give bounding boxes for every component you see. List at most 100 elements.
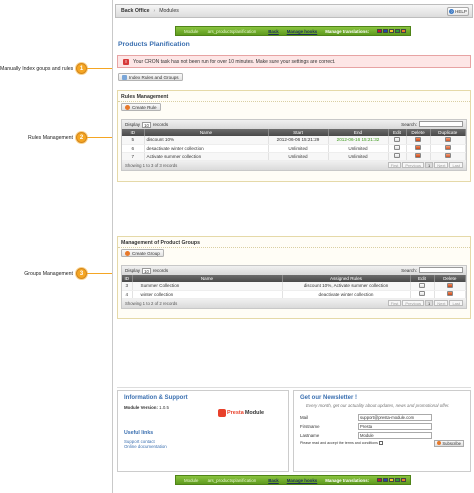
edit-icon[interactable] <box>419 282 425 288</box>
col-id[interactable]: ID <box>122 275 133 282</box>
delete-icon[interactable] <box>415 136 421 142</box>
cell-id: 4 <box>122 290 133 299</box>
flag-icon[interactable] <box>395 478 401 482</box>
create-group-button[interactable]: Create Group <box>121 249 164 257</box>
pager-next[interactable]: Next <box>434 161 449 168</box>
terms-label: Please read and accept the terms and con… <box>300 441 378 445</box>
delete-icon[interactable] <box>446 291 453 296</box>
manage-hooks-link[interactable]: Manage hooks <box>283 29 322 34</box>
flag-icon[interactable] <box>377 478 383 482</box>
terms-checkbox[interactable] <box>378 441 383 445</box>
online-documentation-link[interactable]: Online documentation <box>124 444 282 449</box>
callout-index: Manually Index goups and rules 1 <box>0 63 113 74</box>
search-label: Search: <box>401 121 417 127</box>
pager-first[interactable]: First <box>387 299 402 306</box>
flag-icon[interactable] <box>383 29 389 33</box>
flag-icon[interactable] <box>377 29 383 33</box>
index-button-label: Index Rules and Groups <box>129 74 179 80</box>
edit-icon[interactable] <box>394 145 400 150</box>
cell-name: Summer Collection <box>132 282 283 291</box>
delete-icon[interactable] <box>446 282 453 288</box>
duplicate-icon[interactable] <box>444 153 451 158</box>
delete-icon[interactable] <box>415 153 421 158</box>
module-toolbar-top: Module ars_productsplanification Back Ma… <box>175 26 411 36</box>
manage-translations-label: Manage translations: <box>325 28 370 34</box>
pager-page[interactable]: 1 <box>424 161 434 168</box>
records-per-page-select[interactable]: 10 <box>142 267 151 274</box>
index-rules-groups-button[interactable]: Index Rules and Groups <box>118 73 183 81</box>
pager-last[interactable]: Last <box>449 299 463 306</box>
lastname-row: Lastname Module <box>300 431 464 440</box>
cell-id: 5 <box>122 136 145 145</box>
rules-datatable: Display 10 records Search: ID Name Start… <box>121 119 467 171</box>
groups-table-toolbar: Display 10 records Search: <box>122 266 466 275</box>
edit-icon[interactable] <box>419 291 425 296</box>
col-duplicate: Duplicate <box>430 129 466 136</box>
col-assigned-rules[interactable]: Assigned Rules <box>282 275 411 282</box>
flag-icon[interactable] <box>389 478 395 482</box>
breadcrumb-back-office[interactable]: Back Office <box>121 8 150 14</box>
col-end[interactable]: End <box>328 129 389 136</box>
table-row: 6 desactivate winter collection Unlimite… <box>122 144 466 153</box>
cell-id: 6 <box>122 144 145 153</box>
pager-previous[interactable]: Previous <box>402 161 424 168</box>
error-icon: ! <box>123 58 129 65</box>
groups-panel-title: Management of Product Groups <box>118 237 470 248</box>
mail-row: Mail support@presta-module.com <box>300 413 464 422</box>
display-label: Display <box>125 268 141 273</box>
language-flags <box>373 29 410 33</box>
edit-icon[interactable] <box>394 153 400 158</box>
records-per-page-select[interactable]: 10 <box>142 121 151 128</box>
cell-start: 2012-06-06 15:21:29 <box>268 136 329 145</box>
groups-records-info: Showing 1 to 2 of 2 records <box>125 300 178 306</box>
add-icon <box>125 104 130 110</box>
callout-number: 3 <box>76 268 87 279</box>
col-name[interactable]: Name <box>132 275 283 282</box>
flag-icon[interactable] <box>401 29 407 33</box>
cell-start: Unlimited <box>268 152 329 161</box>
groups-panel: Management of Product Groups Create Grou… <box>117 236 471 319</box>
pager-next[interactable]: Next <box>434 299 449 306</box>
create-rule-label: Create Rule <box>132 104 157 110</box>
app-window: Back Office › Modules ? HELP Module ars_… <box>112 0 474 493</box>
delete-icon[interactable] <box>415 145 421 150</box>
help-button[interactable]: ? HELP <box>447 7 469 16</box>
edit-icon[interactable] <box>394 136 400 142</box>
breadcrumb-modules[interactable]: Modules <box>159 8 179 14</box>
breadcrumb-separator: › <box>153 8 156 14</box>
refresh-icon <box>122 74 127 80</box>
rules-search-input[interactable] <box>419 121 463 127</box>
table-row: 7 Activate summer collection Unlimited U… <box>122 152 466 161</box>
callout-line <box>87 137 113 138</box>
groups-search: Search: <box>401 267 463 273</box>
callout-rules: Rules Management 2 <box>0 132 113 143</box>
duplicate-icon[interactable] <box>444 136 451 142</box>
col-id[interactable]: ID <box>122 129 145 136</box>
back-link[interactable]: Back <box>264 29 283 34</box>
firstname-input[interactable]: Presta <box>358 422 432 430</box>
duplicate-icon[interactable] <box>444 145 451 150</box>
manage-hooks-link[interactable]: Manage hooks <box>283 478 322 483</box>
back-link[interactable]: Back <box>264 478 283 483</box>
callout-groups: Groups Management 3 <box>0 268 113 279</box>
lastname-input[interactable]: Module <box>358 431 432 439</box>
flag-icon[interactable] <box>389 29 395 33</box>
col-name[interactable]: Name <box>144 129 269 136</box>
pager-page[interactable]: 1 <box>424 299 434 306</box>
rules-table: ID Name Start End Edit Delete Duplicate … <box>122 129 466 161</box>
groups-search-input[interactable] <box>419 267 463 273</box>
create-rule-button[interactable]: Create Rule <box>121 103 161 111</box>
rules-panel-title: Rules Management <box>118 91 470 102</box>
mail-input[interactable]: support@presta-module.com <box>358 413 432 421</box>
rules-table-toolbar: Display 10 records Search: <box>122 120 466 129</box>
col-start[interactable]: Start <box>268 129 329 136</box>
flag-icon[interactable] <box>401 478 407 482</box>
pager-last[interactable]: Last <box>449 161 463 168</box>
flag-icon[interactable] <box>383 478 389 482</box>
subscribe-button[interactable]: Subscribe <box>434 439 464 447</box>
callout-text: Groups Management <box>24 270 73 277</box>
pager-previous[interactable]: Previous <box>402 299 424 306</box>
pager-first[interactable]: First <box>387 161 402 168</box>
flag-icon[interactable] <box>395 29 401 33</box>
groups-datatable: Display 10 records Search: ID Name Assig… <box>121 265 467 309</box>
